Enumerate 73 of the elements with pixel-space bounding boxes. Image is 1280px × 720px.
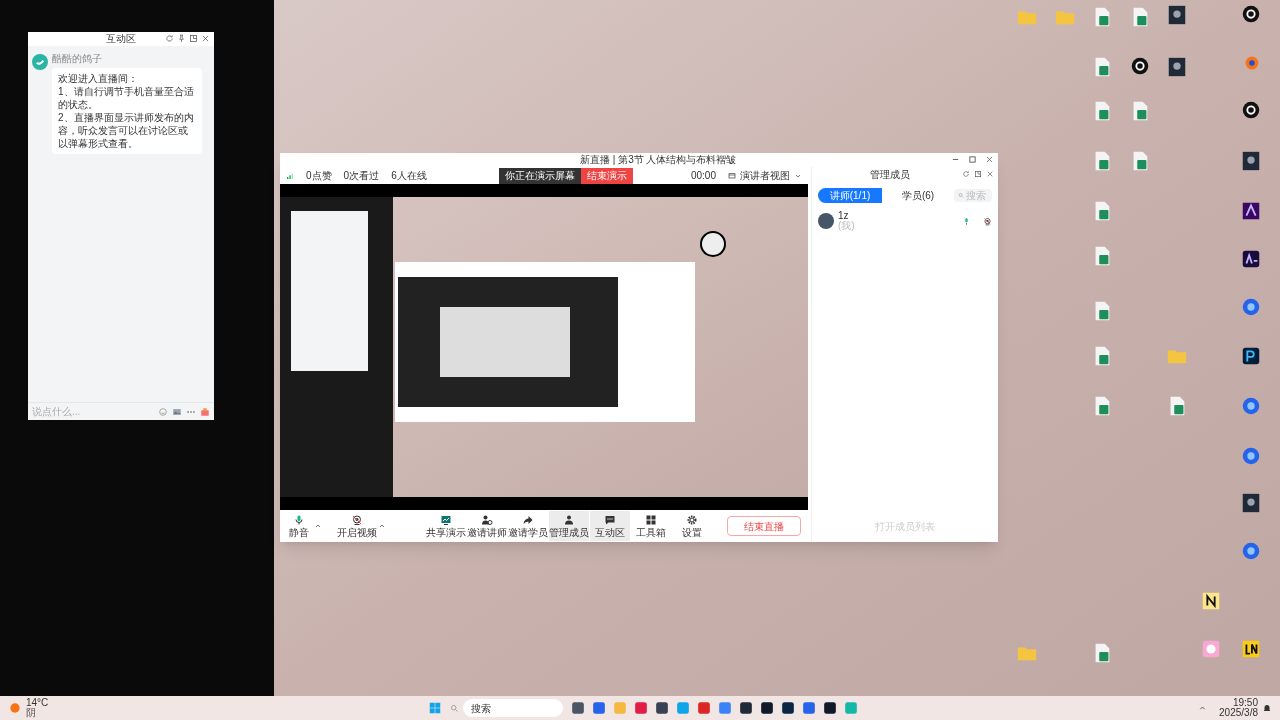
pin-icon[interactable] bbox=[177, 34, 186, 43]
popout-icon[interactable] bbox=[974, 170, 982, 178]
toolbar-button[interactable]: 静音 bbox=[284, 511, 314, 541]
sender-name: 酷酷的鸽子 bbox=[52, 54, 103, 64]
tab[interactable]: 学员(6) bbox=[886, 188, 950, 203]
app-icon[interactable] bbox=[739, 701, 753, 715]
toolbar-button[interactable]: 设置 bbox=[672, 511, 712, 541]
signal-icon bbox=[286, 171, 294, 180]
tab[interactable]: 讲师(1/1) bbox=[818, 188, 882, 203]
panel-title: 互动区 bbox=[106, 34, 136, 44]
toolbar-button[interactable]: 工具箱 bbox=[631, 511, 671, 541]
presenting-label: 你正在演示屏幕 bbox=[498, 167, 581, 184]
chat-icon bbox=[604, 514, 616, 526]
image-icon[interactable] bbox=[172, 406, 182, 417]
bell-icon[interactable] bbox=[1262, 703, 1272, 713]
search-field[interactable]: 搜索 bbox=[463, 699, 563, 717]
close-icon[interactable] bbox=[985, 155, 994, 164]
screen-share-icon bbox=[440, 514, 452, 526]
avatar-icon bbox=[818, 213, 834, 229]
app-icon[interactable] bbox=[823, 701, 837, 715]
avatar-icon bbox=[32, 54, 48, 70]
weather-text: 阴 bbox=[26, 708, 37, 718]
person-icon bbox=[563, 514, 575, 526]
camera-off-icon bbox=[351, 514, 363, 526]
stop-presenting-button[interactable]: 结束演示 bbox=[580, 167, 633, 184]
app-icon[interactable] bbox=[655, 701, 669, 715]
popout-icon[interactable] bbox=[189, 34, 198, 43]
search-icon[interactable] bbox=[450, 703, 459, 713]
timer: 00:00 bbox=[690, 170, 716, 181]
panel-title: 管理成员 bbox=[870, 170, 910, 180]
message-text: 欢迎进入直播间： bbox=[58, 72, 139, 85]
stat-label: 0次看过 bbox=[343, 170, 380, 181]
start-icon[interactable] bbox=[428, 701, 442, 715]
stat-label: 0点赞 bbox=[306, 170, 332, 181]
toolbar-button[interactable]: 邀请讲师 bbox=[467, 511, 507, 541]
app-icon[interactable] bbox=[760, 701, 774, 715]
refresh-icon[interactable] bbox=[962, 170, 970, 178]
member-name: 1z bbox=[838, 211, 850, 221]
toolbar-button[interactable]: 互动区 bbox=[590, 511, 630, 541]
microphone-icon bbox=[293, 514, 305, 526]
clock-date: 2025/3/8 bbox=[1219, 708, 1258, 718]
settings-icon bbox=[686, 514, 698, 526]
toolbar-button[interactable]: 管理成员 bbox=[549, 511, 589, 541]
clock-time: 19:50 bbox=[1232, 698, 1258, 708]
message-text: 2、直播界面显示讲师发布的内容，听众发言可以在讨论区或以弹幕形式查看。 bbox=[58, 111, 195, 150]
toolbar-button[interactable]: 共享演示 bbox=[426, 511, 466, 541]
person-icon bbox=[481, 514, 493, 526]
grid-icon bbox=[645, 514, 657, 526]
maximize-icon[interactable] bbox=[968, 155, 977, 164]
search-icon bbox=[958, 192, 964, 199]
weather-icon[interactable] bbox=[8, 701, 22, 715]
close-icon[interactable] bbox=[986, 170, 994, 178]
screen-icon bbox=[728, 171, 736, 180]
app-icon[interactable] bbox=[571, 701, 585, 715]
temperature: 14°C bbox=[26, 698, 49, 708]
app-icon[interactable] bbox=[781, 701, 795, 715]
arrow-icon bbox=[522, 514, 534, 526]
message-input[interactable]: 说点什么... bbox=[32, 404, 122, 419]
message-text: 1、请自行调节手机音量至合适的状态。 bbox=[58, 85, 195, 111]
member-note: (我) bbox=[838, 221, 855, 231]
refresh-icon[interactable] bbox=[165, 34, 174, 43]
toolbar-button[interactable]: 邀请学员 bbox=[508, 511, 548, 541]
camera-off-icon[interactable] bbox=[983, 216, 992, 226]
gift-icon[interactable] bbox=[200, 406, 210, 417]
end-live-button[interactable]: 结束直播 bbox=[727, 516, 801, 536]
toolbar-button[interactable]: 开启视频 bbox=[336, 511, 378, 541]
view-mode-dropdown[interactable]: 演讲者视图 bbox=[728, 168, 802, 183]
window-title: 新直播 | 第3节 人体结构与布料褶皱 bbox=[580, 155, 737, 165]
stat-label: 6人在线 bbox=[391, 170, 427, 181]
caret-up-icon[interactable] bbox=[378, 522, 386, 530]
caret-up-icon[interactable] bbox=[314, 522, 322, 530]
microphone-icon[interactable] bbox=[962, 216, 971, 226]
close-icon[interactable] bbox=[201, 34, 210, 43]
